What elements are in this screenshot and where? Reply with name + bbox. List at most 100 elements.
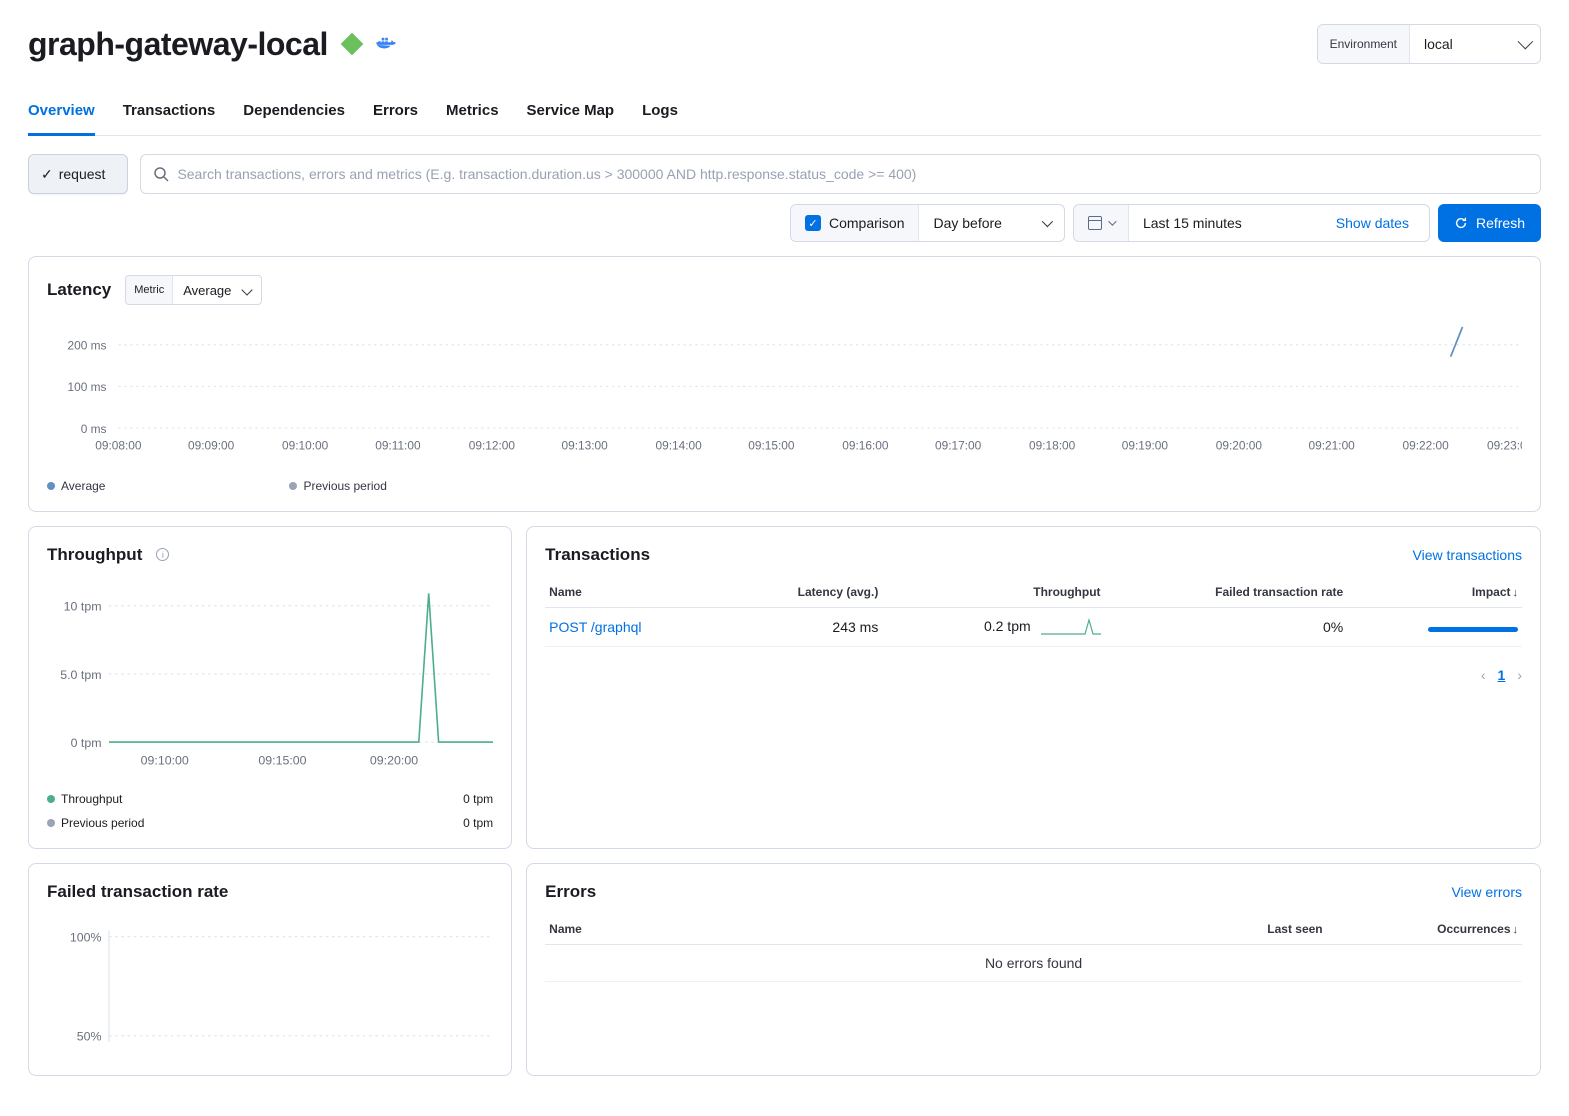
svg-text:09:08:00: 09:08:00 bbox=[95, 438, 142, 452]
svg-text:09:12:00: 09:12:00 bbox=[469, 438, 516, 452]
pagination: ‹ 1 › bbox=[545, 667, 1522, 683]
transactions-table: Name Latency (avg.) Throughput Failed tr… bbox=[545, 577, 1522, 647]
environment-value: local bbox=[1410, 25, 1540, 63]
page-prev-icon[interactable]: ‹ bbox=[1481, 667, 1486, 683]
col-latency[interactable]: Latency (avg.) bbox=[724, 577, 882, 608]
tab-transactions[interactable]: Transactions bbox=[123, 92, 216, 135]
latency-chart: 200 ms 100 ms 0 ms 09:08:00 09:09:00 09:… bbox=[47, 321, 1522, 467]
failed-rate-title: Failed transaction rate bbox=[47, 882, 228, 901]
svg-text:100 ms: 100 ms bbox=[68, 380, 107, 394]
throughput-chart: 10 tpm 5.0 tpm 0 tpm 09:10:00 09:15:00 0… bbox=[47, 581, 493, 782]
cell-latency: 243 ms bbox=[724, 607, 882, 646]
search-icon bbox=[153, 166, 169, 182]
svg-text:10 tpm: 10 tpm bbox=[64, 599, 102, 613]
col-impact[interactable]: Impact↓ bbox=[1347, 577, 1522, 608]
svg-text:5.0 tpm: 5.0 tpm bbox=[60, 668, 101, 682]
cell-throughput: 0.2 tpm bbox=[882, 607, 1104, 646]
svg-text:09:20:00: 09:20:00 bbox=[370, 753, 418, 767]
svg-text:0 ms: 0 ms bbox=[81, 422, 107, 436]
show-dates-button[interactable]: Show dates bbox=[1330, 215, 1415, 231]
tab-logs[interactable]: Logs bbox=[642, 92, 678, 135]
svg-text:09:15:00: 09:15:00 bbox=[748, 438, 795, 452]
svg-text:09:15:00: 09:15:00 bbox=[258, 753, 306, 767]
errors-empty: No errors found bbox=[545, 945, 1522, 982]
table-row: POST /graphql 243 ms 0.2 tpm 0% bbox=[545, 607, 1522, 646]
svg-text:200 ms: 200 ms bbox=[68, 339, 107, 353]
sort-desc-icon: ↓ bbox=[1513, 587, 1519, 599]
col-failed[interactable]: Failed transaction rate bbox=[1105, 577, 1348, 608]
throughput-panel: Throughput i 10 tpm 5.0 tpm 0 tpm 09:10:… bbox=[28, 526, 512, 849]
failed-rate-panel: Failed transaction rate 100% 50% bbox=[28, 863, 512, 1076]
calendar-icon bbox=[1088, 216, 1102, 230]
failed-rate-chart: 100% 50% bbox=[47, 918, 493, 1057]
filter-pill-request[interactable]: ✓ request bbox=[28, 154, 128, 194]
svg-text:100%: 100% bbox=[70, 931, 102, 945]
page-next-icon[interactable]: › bbox=[1517, 667, 1522, 683]
comparison-label: Comparison bbox=[829, 215, 904, 231]
chevron-down-icon bbox=[1108, 217, 1116, 225]
col-throughput[interactable]: Throughput bbox=[882, 577, 1104, 608]
svg-text:09:21:00: 09:21:00 bbox=[1309, 438, 1356, 452]
metric-value: Average bbox=[173, 283, 261, 298]
svg-text:50%: 50% bbox=[77, 1030, 102, 1044]
svg-text:09:19:00: 09:19:00 bbox=[1122, 438, 1169, 452]
time-range-control[interactable]: Last 15 minutes Show dates bbox=[1073, 204, 1430, 242]
errors-title: Errors bbox=[545, 882, 596, 902]
info-icon[interactable]: i bbox=[156, 548, 169, 561]
environment-label: Environment bbox=[1318, 25, 1410, 63]
view-errors-link[interactable]: View errors bbox=[1451, 884, 1522, 900]
transaction-link[interactable]: POST /graphql bbox=[549, 619, 641, 635]
comparison-value: Day before bbox=[933, 215, 1001, 231]
svg-text:09:13:00: 09:13:00 bbox=[562, 438, 609, 452]
svg-text:09:22:00: 09:22:00 bbox=[1403, 438, 1450, 452]
legend-previous-throughput: Previous period 0 tpm bbox=[47, 816, 493, 830]
tab-dependencies[interactable]: Dependencies bbox=[243, 92, 345, 135]
comparison-checkbox[interactable]: ✓ bbox=[805, 215, 821, 231]
svg-text:09:10:00: 09:10:00 bbox=[282, 438, 329, 452]
svg-text:0 tpm: 0 tpm bbox=[71, 736, 102, 750]
cell-impact bbox=[1347, 607, 1522, 646]
transactions-title: Transactions bbox=[545, 545, 650, 565]
svg-text:09:11:00: 09:11:00 bbox=[375, 438, 421, 452]
filter-pill-label: request bbox=[59, 166, 106, 182]
refresh-button[interactable]: Refresh bbox=[1438, 204, 1541, 242]
refresh-icon bbox=[1454, 216, 1468, 230]
col-name[interactable]: Name bbox=[545, 577, 724, 608]
docker-icon bbox=[376, 36, 398, 52]
latency-panel: Latency Metric Average 200 ms 100 ms 0 m… bbox=[28, 256, 1541, 512]
page-number[interactable]: 1 bbox=[1498, 667, 1506, 683]
sort-desc-icon: ↓ bbox=[1513, 924, 1519, 936]
col-occurrences[interactable]: Occurrences↓ bbox=[1327, 914, 1522, 945]
latency-metric-select[interactable]: Metric Average bbox=[125, 275, 262, 305]
tab-overview[interactable]: Overview bbox=[28, 92, 95, 136]
comparison-control[interactable]: ✓ Comparison Day before bbox=[790, 204, 1065, 242]
tab-metrics[interactable]: Metrics bbox=[446, 92, 499, 135]
sparkline-icon bbox=[1041, 618, 1101, 636]
svg-text:09:16:00: 09:16:00 bbox=[842, 438, 889, 452]
svg-text:09:20:00: 09:20:00 bbox=[1216, 438, 1263, 452]
tab-errors[interactable]: Errors bbox=[373, 92, 418, 135]
chevron-down-icon bbox=[1042, 216, 1053, 227]
svg-text:09:09:00: 09:09:00 bbox=[188, 438, 235, 452]
svg-text:09:23:00: 09:23:00 bbox=[1487, 438, 1522, 452]
nodejs-icon bbox=[341, 33, 364, 56]
metric-label: Metric bbox=[126, 276, 173, 304]
throughput-title: Throughput bbox=[47, 545, 142, 565]
svg-text:09:18:00: 09:18:00 bbox=[1029, 438, 1076, 452]
col-last-seen[interactable]: Last seen bbox=[1082, 914, 1326, 945]
legend-previous: Previous period bbox=[289, 479, 386, 493]
svg-text:09:10:00: 09:10:00 bbox=[141, 753, 189, 767]
legend-average: Average bbox=[47, 479, 105, 493]
svg-text:09:17:00: 09:17:00 bbox=[935, 438, 982, 452]
search-bar[interactable] bbox=[140, 154, 1541, 194]
search-input[interactable] bbox=[177, 166, 1528, 182]
view-transactions-link[interactable]: View transactions bbox=[1413, 547, 1522, 563]
col-err-name[interactable]: Name bbox=[545, 914, 1082, 945]
latency-title: Latency bbox=[47, 280, 111, 300]
legend-throughput: Throughput 0 tpm bbox=[47, 792, 493, 806]
environment-select[interactable]: Environment local bbox=[1317, 24, 1541, 64]
page-title: graph-gateway-local bbox=[28, 26, 328, 63]
tab-service-map[interactable]: Service Map bbox=[527, 92, 615, 135]
cell-failed: 0% bbox=[1105, 607, 1348, 646]
tabs: Overview Transactions Dependencies Error… bbox=[28, 92, 1541, 136]
